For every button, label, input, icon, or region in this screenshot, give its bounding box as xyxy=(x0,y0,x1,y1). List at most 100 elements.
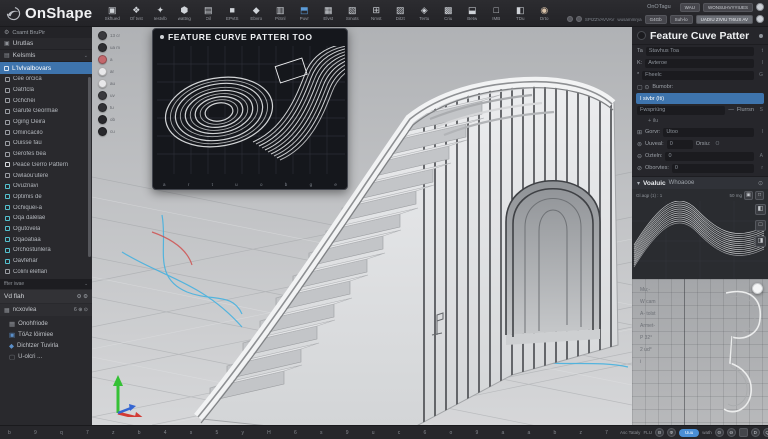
vtoolbar-dot-icon[interactable] xyxy=(98,31,107,40)
tree-section-row[interactable]: ▤ Kelsmls ⌄ xyxy=(0,50,92,62)
tree-item[interactable]: Ogutovela xyxy=(0,224,92,235)
tree-item[interactable]: Owlaou'utere xyxy=(0,170,92,181)
tree-item[interactable]: Ovuznavi xyxy=(0,181,92,192)
tree-scrollbar[interactable] xyxy=(88,77,91,257)
profile-sketch-area[interactable]: Mu;- W cam A- tolst Armet- P 32° 2 ud° i xyxy=(632,279,768,425)
tree-item[interactable]: Oqa dalëlae xyxy=(0,213,92,224)
chevron-down-icon[interactable]: ⌄ xyxy=(84,281,88,287)
vtoolbar-dot-icon[interactable] xyxy=(98,91,107,100)
assembly-action-icons[interactable]: 6 ⊕ ⊙ xyxy=(74,307,88,313)
app-logo[interactable]: OnShape xyxy=(0,5,100,22)
feature-checkbox-icon[interactable] xyxy=(5,130,10,135)
3d-viewport[interactable]: 13 cr ua m a ar xyxy=(92,27,632,425)
tree-item[interactable]: Ochchéi xyxy=(0,95,92,106)
zoom-button[interactable]: ◨ xyxy=(755,236,766,247)
type-field[interactable]: Stavhus Toa xyxy=(646,47,754,56)
feature-checkbox-icon[interactable] xyxy=(5,269,10,274)
feature-checkbox-icon[interactable] xyxy=(5,77,10,82)
view-cube-button[interactable]: Θ xyxy=(715,428,724,437)
feature-checkbox-icon[interactable] xyxy=(5,194,10,199)
part-item[interactable]: ▣ TöAz löirniee xyxy=(0,329,92,340)
timeline-tick-row[interactable]: b 9 q 7 z b 4 s 5 y H 6 xyxy=(0,430,616,436)
curve-preview-area[interactable]: Gl.aqp (1) : 1 50 mg ▣ □ xyxy=(632,189,768,279)
tree-item[interactable]: Gerofes bea xyxy=(0,149,92,160)
tree-item[interactable]: Ochiquei-a xyxy=(0,202,92,213)
vtoolbar-dot-icon[interactable] xyxy=(98,55,107,64)
shading-button[interactable]: Ɵ xyxy=(727,428,736,437)
feature-checkbox-icon[interactable] xyxy=(5,248,10,253)
display-button[interactable]: D xyxy=(751,428,760,437)
tree-item[interactable]: Oqaoatiaa xyxy=(0,234,92,245)
inset-title-bar[interactable]: FEATURE CURVE PATTERI TOO xyxy=(153,29,347,45)
question-button[interactable]: Q xyxy=(763,428,768,437)
feature-checkbox-icon[interactable] xyxy=(5,216,10,221)
toolbar-tool-button[interactable]: ▥ PiSnl xyxy=(268,0,292,27)
document-tab[interactable]: ⚙ Csamt BruPir xyxy=(0,27,92,38)
vtoolbar-dot-icon[interactable] xyxy=(98,43,107,52)
part-item[interactable]: ▢ U-olcri ... xyxy=(0,351,92,362)
curve-field[interactable]: Utoo xyxy=(663,128,754,137)
toolbar-tool-button[interactable]: ■ EPvtS xyxy=(220,0,244,27)
preview-section-header[interactable]: ▾ Voaluic Whoaooe ⊙ xyxy=(632,176,768,189)
offset-field[interactable]: 0 xyxy=(665,152,754,161)
backup-button[interactable]: Suh-lo xyxy=(670,15,693,24)
snap-button[interactable]: Θ xyxy=(655,428,664,437)
toolbar-tool-button[interactable]: ▣ Skftued xyxy=(100,0,124,27)
tree-item-selected[interactable]: L'Ivlvalbovars xyxy=(0,62,92,74)
vtoolbar-item[interactable]: ob xyxy=(98,115,120,124)
chevron-down-icon[interactable]: ▾ xyxy=(637,180,640,187)
feature-checkbox-icon[interactable] xyxy=(5,237,10,242)
vtoolbar-dot-icon[interactable] xyxy=(98,115,107,124)
toolbar-tool-button[interactable]: □ IMB xyxy=(484,0,508,27)
vtoolbar-item[interactable]: cu xyxy=(98,127,120,136)
tree-item[interactable]: Omincacilo xyxy=(0,127,92,138)
checkbox-icons[interactable]: ▢ ⊙ xyxy=(637,84,649,91)
toolbar-tool-button[interactable]: ◆ Ebvro xyxy=(244,0,268,27)
profile-field[interactable]: Fheelc xyxy=(642,71,754,80)
tree-item[interactable]: Ouisse fau xyxy=(0,138,92,149)
tree-item[interactable]: Oatrtclä xyxy=(0,85,92,96)
feature-checkbox-icon[interactable] xyxy=(5,259,10,264)
spacing-field[interactable]: Fwspriüng xyxy=(637,106,725,115)
user-avatar[interactable] xyxy=(756,3,764,11)
toolbar-tool-button[interactable]: ⬒ Puvr xyxy=(292,0,316,27)
vtoolbar-item[interactable]: a xyxy=(98,55,120,64)
tree-item[interactable]: Orchostünlera xyxy=(0,245,92,256)
status-dot-icon[interactable] xyxy=(567,16,573,22)
feature-checkbox-icon[interactable] xyxy=(5,184,10,189)
feature-checkbox-icon[interactable] xyxy=(5,88,10,93)
parts-list-header[interactable]: Vd flah ⚙ ⚙ xyxy=(0,290,92,303)
vtoolbar-item[interactable]: uv xyxy=(98,91,120,100)
status-dot-icon[interactable] xyxy=(576,16,582,22)
toolbar-tool-button[interactable]: ◧ TDu xyxy=(508,0,532,27)
feature-checkbox-icon[interactable] xyxy=(5,205,10,210)
toolbar-tool-button[interactable]: ▩ Criu xyxy=(436,0,460,27)
feature-checkbox-icon[interactable] xyxy=(5,173,10,178)
tree-item[interactable]: Garute Geormae xyxy=(0,106,92,117)
toolbar-tool-button[interactable]: ▦ Elvst xyxy=(316,0,340,27)
storage-button[interactable]: G4Gb xyxy=(645,15,667,24)
toolbar-tool-button[interactable]: ⬢ wattng xyxy=(172,0,196,27)
topbar-wide-button[interactable]: WONSUHVYYIUES xyxy=(703,3,753,12)
pan-button[interactable]: □ xyxy=(755,220,766,231)
tree-item[interactable]: Colini eleflan xyxy=(0,266,92,277)
add-item-row[interactable]: + ilu xyxy=(632,116,768,126)
tree-section-row[interactable]: ▣ Urutlas xyxy=(0,38,92,50)
active-mode-pill[interactable]: Uuu xyxy=(679,429,699,437)
topbar-small-button[interactable]: WAU xyxy=(680,3,700,12)
toolbar-tool-button[interactable]: ⊞ Nmst xyxy=(364,0,388,27)
vtoolbar-item[interactable]: au xyxy=(98,79,120,88)
feature-checkbox-icon[interactable] xyxy=(5,162,10,167)
preview-fit-button[interactable]: □ xyxy=(755,191,764,200)
sketch-add-button[interactable] xyxy=(752,283,763,294)
part-item[interactable]: ▦ Onohfriode xyxy=(0,318,92,329)
feature-checkbox-icon[interactable] xyxy=(5,120,10,125)
gear-icons[interactable]: ⚙ ⚙ xyxy=(77,294,88,300)
tree-item[interactable]: Cee orcica xyxy=(0,74,92,85)
feature-checkbox-icon[interactable] xyxy=(5,109,10,114)
subheader-icon[interactable]: ⊙ xyxy=(758,180,763,187)
tree-item[interactable]: Oging Oeira xyxy=(0,117,92,128)
selected-entity-row[interactable]: I sivbr (Iti) xyxy=(636,93,764,104)
feature-checkbox-icon[interactable] xyxy=(4,66,9,71)
feature-checkbox-icon[interactable] xyxy=(5,152,10,157)
